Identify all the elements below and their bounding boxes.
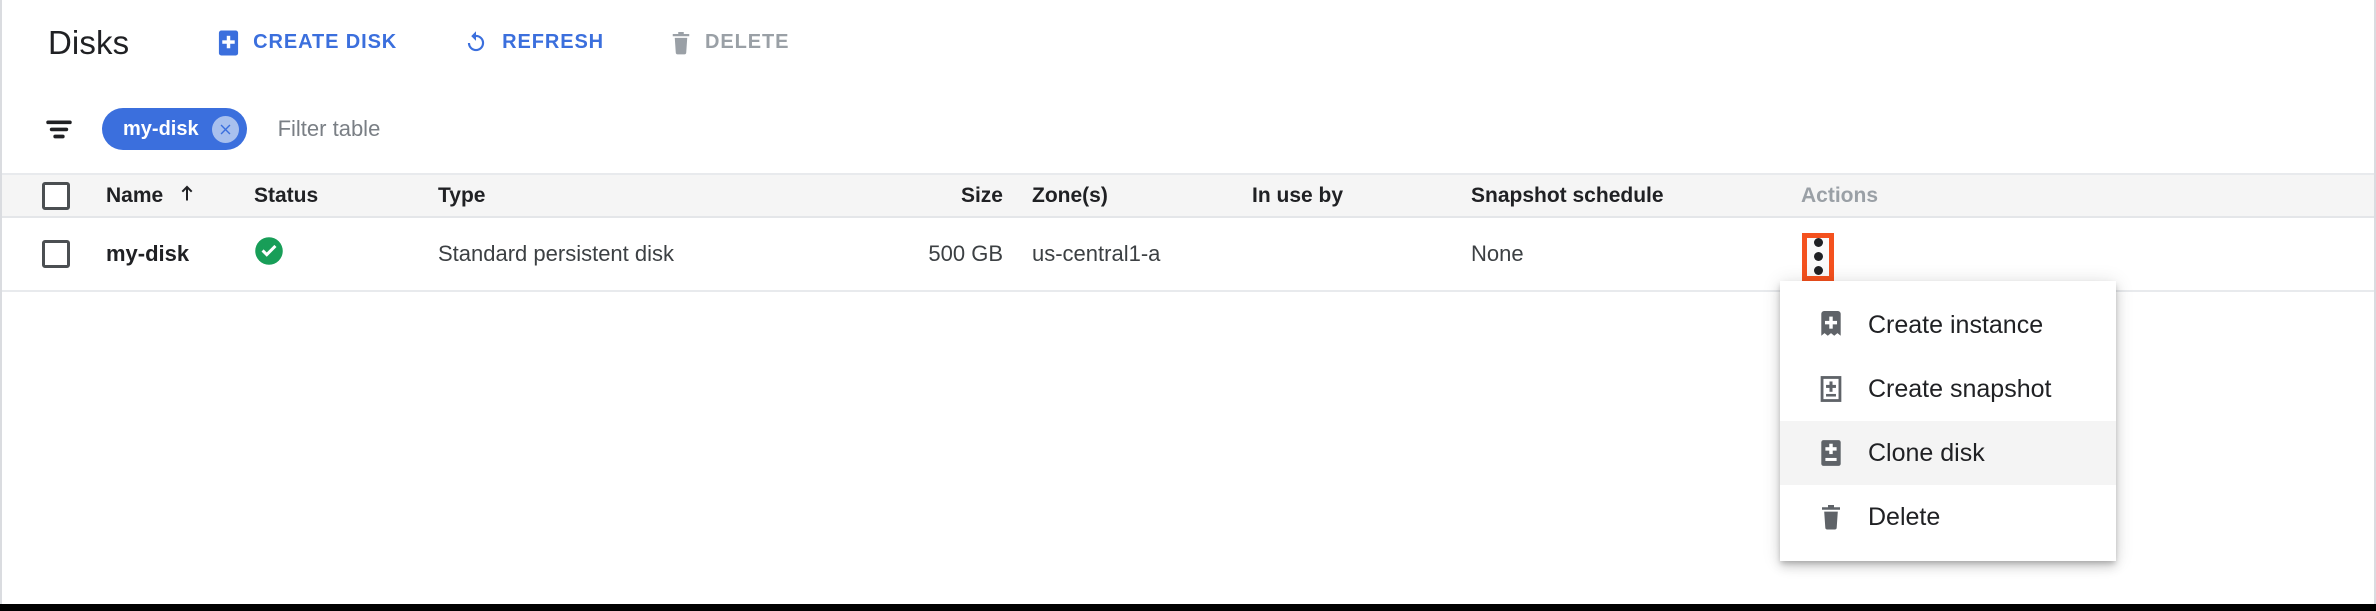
trash-icon (1817, 503, 1845, 531)
column-header-size[interactable]: Size (795, 184, 1010, 208)
row-checkbox[interactable] (42, 240, 70, 268)
menu-item-create-instance-label: Create instance (1868, 310, 2044, 339)
page-title: Disks (48, 23, 130, 61)
filter-chip-my-disk[interactable]: my-disk (102, 108, 247, 150)
create-disk-button[interactable]: CREATE DISK (207, 22, 407, 64)
cell-type: Standard persistent disk (438, 241, 675, 266)
clone-disk-icon (1817, 439, 1845, 467)
cell-zone: us-central1-a (1032, 241, 1161, 266)
column-header-snapshot-schedule[interactable]: Snapshot schedule (1449, 184, 1779, 208)
filter-bar: my-disk (2, 85, 2374, 175)
column-header-status[interactable]: Status (236, 184, 420, 208)
create-snapshot-icon (1817, 375, 1845, 403)
create-instance-icon (1817, 311, 1845, 339)
delete-label: DELETE (705, 31, 790, 53)
column-header-actions: Actions (1801, 183, 1879, 207)
column-header-type[interactable]: Type (420, 184, 795, 208)
cell-status (236, 236, 420, 272)
create-disk-icon (217, 30, 240, 56)
refresh-label: REFRESH (502, 31, 605, 53)
row-select-cell (2, 240, 88, 268)
refresh-button[interactable]: REFRESH (453, 22, 614, 64)
create-disk-label: CREATE DISK (253, 31, 398, 53)
filter-list-icon[interactable] (42, 112, 76, 146)
column-header-name-label: Name (106, 183, 164, 207)
menu-item-create-instance[interactable]: Create instance (1780, 293, 2116, 357)
column-header-zone[interactable]: Zone(s) (1010, 184, 1230, 208)
disks-page: Disks CREATE DISK REFRESH DELETE my-disk (0, 0, 2376, 611)
sort-ascending-arrow-icon (177, 182, 197, 210)
table-header-row: Name Status Type Size Zone(s) In use by … (2, 175, 2374, 218)
select-all-checkbox[interactable] (42, 181, 70, 210)
row-actions-menu-button[interactable] (1802, 232, 1834, 281)
select-all-header-cell (2, 181, 88, 210)
menu-item-delete-label: Delete (1868, 502, 1941, 531)
disks-table: Name Status Type Size Zone(s) In use by … (2, 175, 2374, 292)
column-header-in-use-by[interactable]: In use by (1230, 184, 1449, 208)
cell-size: 500 GB (928, 241, 1003, 266)
trash-icon (670, 30, 692, 56)
filter-table-input[interactable] (277, 116, 878, 142)
menu-item-delete[interactable]: Delete (1780, 485, 2116, 549)
row-actions-menu: Create instance Create snapshot Clone di… (1780, 281, 2116, 561)
status-ok-check-icon (254, 237, 284, 271)
filter-chip-label: my-disk (123, 117, 199, 140)
column-header-name[interactable]: Name (88, 182, 236, 210)
cell-snapshot-schedule: None (1471, 241, 1524, 266)
menu-item-create-snapshot-label: Create snapshot (1868, 374, 2052, 403)
delete-button[interactable]: DELETE (660, 22, 799, 64)
bottom-black-bar (0, 604, 2376, 611)
refresh-icon (463, 30, 489, 56)
cell-name[interactable]: my-disk (88, 241, 236, 267)
menu-item-create-snapshot[interactable]: Create snapshot (1780, 357, 2116, 421)
page-header: Disks CREATE DISK REFRESH DELETE (2, 0, 2374, 85)
menu-item-clone-disk-label: Clone disk (1868, 438, 1985, 467)
menu-item-clone-disk[interactable]: Clone disk (1780, 421, 2116, 485)
chip-remove-icon[interactable] (211, 115, 239, 143)
more-vert-kebab-icon (1813, 238, 1823, 276)
cell-actions (1779, 227, 2374, 281)
